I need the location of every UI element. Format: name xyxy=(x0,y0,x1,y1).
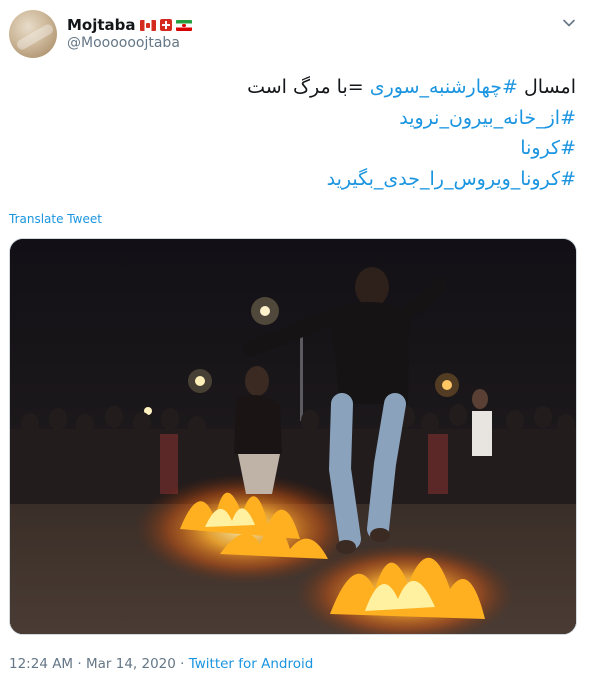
iran-flag-icon xyxy=(175,19,192,31)
tweet-text: امسال #چهارشنبه_سوری =با مرگ است #از_خان… xyxy=(8,72,576,194)
hashtag-link[interactable]: #چهارشنبه_سوری xyxy=(370,76,518,98)
tweet-text-segment: =با مرگ است xyxy=(247,76,370,98)
user-handle[interactable]: @Moooooojtaba xyxy=(67,35,180,51)
tweet-card: Mojtaba @Moooooojtaba امسال #چهارشنبه_سو… xyxy=(0,0,589,678)
chevron-down-icon[interactable] xyxy=(562,16,576,30)
hashtag-link[interactable]: #از_خانه_بیرون_نروید xyxy=(399,107,576,129)
tweet-metadata: 12:24 AM · Mar 14, 2020 · Twitter for An… xyxy=(9,656,313,672)
tweet-source-link[interactable]: Twitter for Android xyxy=(189,656,314,672)
tweet-line-3: #کرونا xyxy=(8,133,576,164)
canada-flag-icon xyxy=(139,19,156,31)
display-name[interactable]: Mojtaba xyxy=(67,16,136,34)
tweet-text-segment: امسال xyxy=(517,76,576,98)
translate-tweet-link[interactable]: Translate Tweet xyxy=(9,212,102,226)
hashtag-link[interactable]: #کرونا_ویروس_را_جدی_بگیرید xyxy=(327,168,576,190)
meta-separator: · xyxy=(175,656,189,672)
meta-separator: · xyxy=(73,656,86,672)
tweet-line-4: #کرونا_ویروس_را_جدی_بگیرید xyxy=(8,164,576,195)
tweet-line-1: امسال #چهارشنبه_سوری =با مرگ است xyxy=(8,72,576,103)
photo-bonfire-jump-image xyxy=(10,239,576,634)
avatar[interactable] xyxy=(9,10,57,58)
author-name-row: Mojtaba xyxy=(67,15,192,35)
hashtag-link[interactable]: #کرونا xyxy=(520,137,576,159)
switzerland-flag-icon xyxy=(159,19,172,31)
tweet-photo[interactable] xyxy=(9,238,577,635)
tweet-time[interactable]: 12:24 AM xyxy=(9,656,73,672)
tweet-date[interactable]: Mar 14, 2020 xyxy=(86,656,176,672)
tweet-line-2: #از_خانه_بیرون_نروید xyxy=(8,103,576,134)
